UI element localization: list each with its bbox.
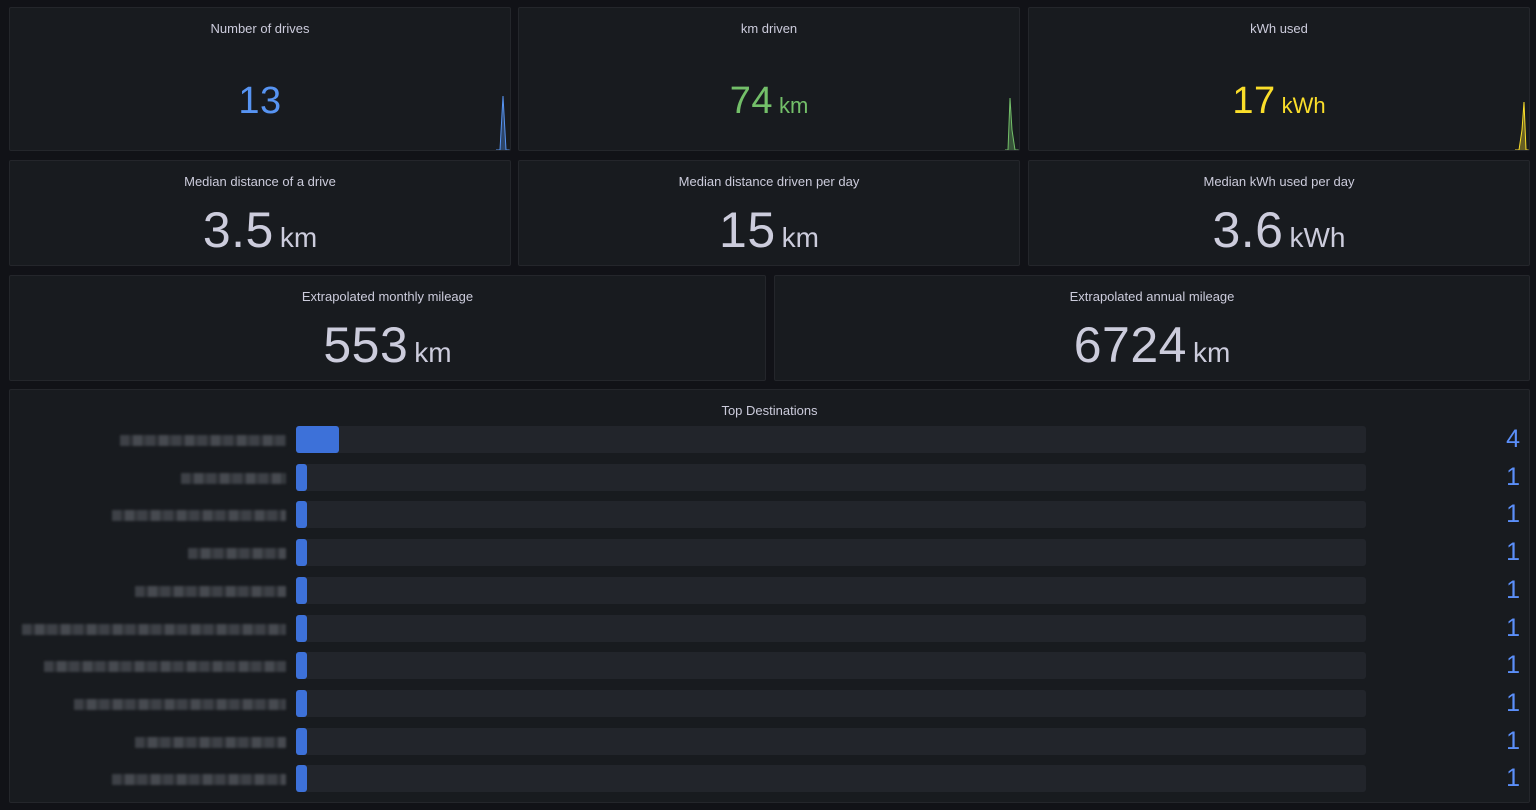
destination-bar-track [296, 765, 1366, 793]
destination-bar-track [296, 689, 1366, 717]
stat-value: 3.5 km [10, 201, 510, 259]
destination-row[interactable]: 1 [10, 613, 1529, 642]
panel-title: Median distance driven per day [678, 174, 860, 189]
stat-value: 74 km [519, 80, 1019, 123]
stat-unit: km [279, 222, 318, 253]
destination-label-redacted [112, 510, 286, 522]
panel-title: Extrapolated monthly mileage [301, 289, 474, 304]
stat-unit: km [778, 93, 809, 118]
destination-label-redacted [112, 774, 286, 786]
stat-number: 17 [1232, 80, 1276, 122]
destination-row[interactable]: 1 [10, 575, 1529, 604]
destination-bar [296, 614, 307, 642]
destination-label-redacted [22, 623, 286, 635]
destination-label-redacted [135, 585, 286, 597]
destination-count: 1 [1506, 462, 1520, 491]
destination-count: 1 [1506, 575, 1520, 604]
destination-label-redacted [74, 698, 286, 710]
stat-number: 3.6 [1212, 202, 1284, 258]
stat-number: 6724 [1073, 317, 1187, 373]
destination-row[interactable]: 1 [10, 538, 1529, 567]
panel-title: Top Destinations [721, 403, 818, 418]
stat-unit: km [1192, 337, 1231, 368]
destination-bar-track [296, 614, 1366, 642]
panel-title: Extrapolated annual mileage [1069, 289, 1235, 304]
stat-unit: kWh [1289, 222, 1346, 253]
stat-value: 553 km [10, 316, 765, 374]
stat-number: 13 [238, 80, 282, 122]
stat-unit: km [414, 337, 452, 368]
sparkline [1005, 97, 1019, 150]
stat-value: 13 [10, 80, 510, 123]
destination-bar [296, 501, 307, 529]
destination-label-redacted [120, 435, 286, 446]
stat-panel-median-kwh-day[interactable]: Median kWh used per day 3.6 kWh [1028, 160, 1530, 266]
destination-bar-track [296, 576, 1366, 604]
destination-bar-track [296, 652, 1366, 680]
destination-row[interactable]: 1 [10, 764, 1529, 793]
stat-number: 553 [323, 317, 409, 373]
destination-count: 1 [1506, 651, 1520, 680]
stat-panel-median-distance-drive[interactable]: Median distance of a drive 3.5 km [9, 160, 511, 266]
stat-panel-number-of-drives[interactable]: Number of drives 13 [9, 7, 511, 151]
destination-count: 1 [1506, 538, 1520, 567]
stat-value: 15 km [519, 201, 1019, 259]
stat-panel-monthly-mileage[interactable]: Extrapolated monthly mileage 553 km [9, 275, 766, 381]
destination-count: 1 [1506, 613, 1520, 642]
destination-label-redacted [135, 736, 286, 748]
destination-bar [296, 689, 307, 717]
destination-row[interactable]: 4 [10, 425, 1529, 453]
destination-bar-track [296, 727, 1366, 755]
destination-row[interactable]: 1 [10, 462, 1529, 491]
destination-bar [296, 652, 307, 680]
destination-count: 4 [1506, 425, 1520, 453]
destination-bar-track [296, 539, 1366, 567]
stat-panel-median-distance-day[interactable]: Median distance driven per day 15 km [518, 160, 1020, 266]
stat-number: 74 [729, 80, 773, 122]
panel-title: Median kWh used per day [1203, 174, 1355, 189]
stat-unit: kWh [1281, 93, 1326, 118]
destination-bar [296, 727, 307, 755]
destination-row[interactable]: 1 [10, 651, 1529, 680]
stat-panel-km-driven[interactable]: km driven 74 km [518, 7, 1020, 151]
destination-bar-track [296, 463, 1366, 491]
stat-unit: km [781, 222, 819, 253]
destination-bar [296, 426, 339, 453]
stat-number: 15 [719, 202, 776, 258]
destination-label-redacted [188, 548, 286, 560]
destination-bar [296, 463, 307, 491]
destination-count: 1 [1506, 500, 1520, 529]
stat-value: 3.6 kWh [1029, 201, 1529, 259]
destination-bar [296, 576, 307, 604]
destination-row[interactable]: 1 [10, 688, 1529, 717]
destination-count: 1 [1506, 726, 1520, 755]
panel-title: Median distance of a drive [184, 174, 336, 189]
stat-panel-kwh-used[interactable]: kWh used 17 kWh [1028, 7, 1530, 151]
destination-bar [296, 539, 307, 567]
sparkline [1515, 101, 1529, 150]
destination-count: 1 [1506, 764, 1520, 793]
destination-bar-track [296, 426, 1366, 453]
panel-title: km driven [740, 21, 798, 36]
stat-panel-annual-mileage[interactable]: Extrapolated annual mileage 6724 km [774, 275, 1530, 381]
destination-label-redacted [44, 661, 286, 673]
panel-title: Number of drives [210, 21, 310, 36]
destination-count: 1 [1506, 688, 1520, 717]
destination-bar [296, 765, 307, 793]
sparkline [496, 95, 510, 150]
panel-title: kWh used [1250, 21, 1308, 36]
destination-bar-track [296, 501, 1366, 529]
destination-label-redacted [181, 472, 286, 484]
stat-value: 17 kWh [1029, 80, 1529, 123]
top-destinations-panel[interactable]: Top Destinations 4 1 1 1 1 1 1 1 1 1 [9, 389, 1530, 803]
stat-number: 3.5 [202, 202, 274, 258]
destination-row[interactable]: 1 [10, 500, 1529, 529]
destination-row[interactable]: 1 [10, 726, 1529, 755]
stat-value: 6724 km [775, 316, 1529, 374]
